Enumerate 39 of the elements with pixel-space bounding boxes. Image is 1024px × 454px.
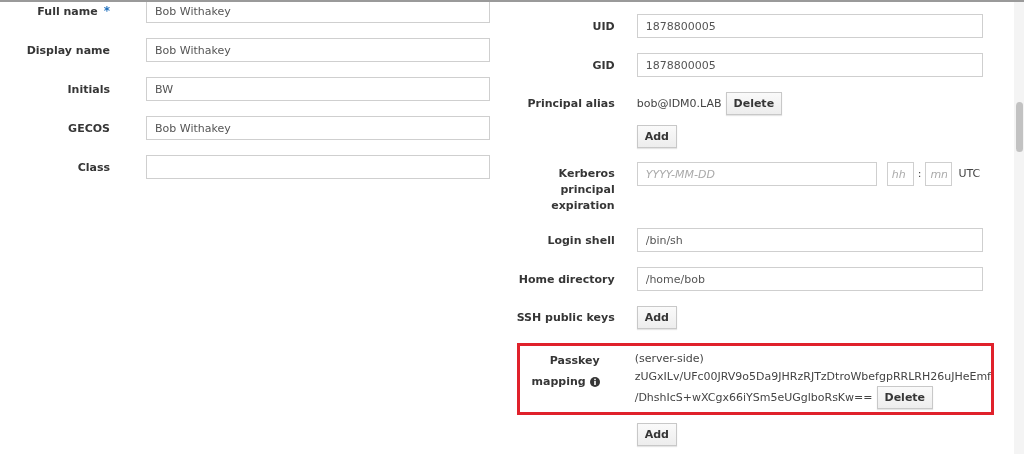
field-label: UID: [591, 18, 615, 35]
field-label: Kerberos principal expiration: [550, 166, 615, 214]
text-field[interactable]: Bob Withakey: [146, 116, 490, 140]
add-button[interactable]: Add: [636, 423, 677, 446]
text-field[interactable]: 1878800005: [636, 14, 983, 38]
field-label: SSH public keys: [516, 310, 615, 326]
required-marker: *: [103, 4, 110, 18]
field-label: Home directory: [517, 271, 615, 288]
key-text: zUGxILv/UFc00JRV9o5Da9JHRzRJTzDtroWbefgpRRLRH26uJHeEmf: [634, 369, 991, 385]
field-label: Display name: [26, 42, 110, 59]
text-field[interactable]: BW: [146, 77, 490, 101]
time-separator: :: [917, 166, 922, 182]
delete-button[interactable]: Delete: [876, 386, 934, 409]
text-field[interactable]: [146, 155, 490, 179]
field-label: GECOS: [68, 120, 110, 137]
field-label: Principal alias: [527, 96, 615, 112]
date-field[interactable]: YYYY-MM-DD: [636, 162, 877, 186]
hour-field[interactable]: hh: [886, 162, 914, 186]
text-field[interactable]: 1878800005: [636, 53, 983, 77]
field-label: mapping: [531, 374, 586, 390]
field-label: Class: [77, 159, 110, 176]
field-label: GID: [591, 57, 615, 74]
alias-value: bob@IDM0.LAB: [636, 95, 722, 112]
field-label: Passkey: [548, 353, 600, 369]
text-field[interactable]: Bob Withakey: [146, 2, 490, 23]
text-field[interactable]: Bob Withakey: [146, 38, 490, 62]
field-label: Full name: [37, 3, 98, 20]
add-button[interactable]: Add: [636, 306, 677, 329]
key-text: /DhshIcS+wXCgx66iYSm5eUGglboRsKw==: [634, 389, 873, 406]
field-label: Initials: [67, 81, 110, 98]
delete-button[interactable]: Delete: [725, 92, 783, 115]
text-field[interactable]: /bin/sh: [636, 228, 983, 252]
add-button[interactable]: Add: [636, 125, 677, 148]
field-label: Login shell: [546, 232, 615, 249]
text-field[interactable]: /home/bob: [636, 267, 983, 291]
minute-field[interactable]: mn: [925, 162, 953, 186]
timezone-label: UTC: [958, 166, 981, 182]
key-text: (server-side): [634, 351, 704, 367]
scrollbar[interactable]: [1014, 2, 1024, 454]
